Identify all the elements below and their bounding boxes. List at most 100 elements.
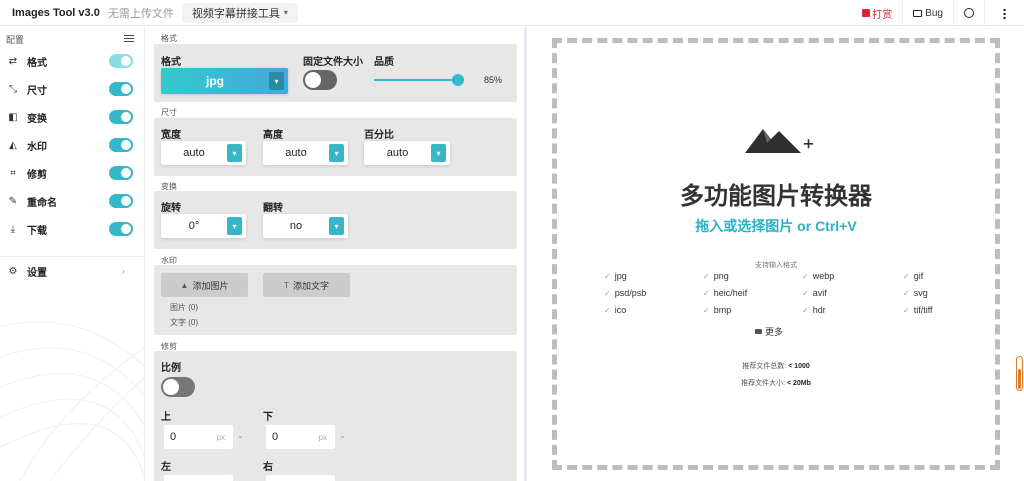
sidebar-item-download[interactable]: ⤓ 下载 bbox=[0, 215, 144, 243]
chevron-down-icon: ▾ bbox=[431, 144, 446, 162]
check-icon: ✓ bbox=[703, 272, 710, 281]
check-icon: ✓ bbox=[903, 272, 910, 281]
rec-size-label: 推荐文件大小: bbox=[741, 380, 786, 387]
chevron-down-icon: ▾ bbox=[329, 217, 344, 235]
globe-icon bbox=[964, 8, 974, 18]
download-toggle[interactable] bbox=[109, 222, 133, 236]
format-item: ✓ webp bbox=[802, 271, 834, 281]
language-button[interactable] bbox=[953, 0, 984, 26]
crop-top-value: 0 bbox=[170, 431, 177, 443]
format-name: jpg bbox=[614, 271, 627, 281]
image-count: 图片 (0) bbox=[170, 303, 198, 312]
tool-select[interactable]: 视频字幕拼接工具 ▾ bbox=[181, 2, 298, 23]
size-toggle[interactable] bbox=[109, 82, 133, 96]
format-value: jpg bbox=[206, 74, 224, 88]
check-icon: ✓ bbox=[903, 306, 910, 315]
fixed-size-switch[interactable] bbox=[303, 70, 337, 90]
sidebar-item-label: 修剪 bbox=[27, 169, 47, 181]
bug-button[interactable]: Bug bbox=[902, 0, 953, 26]
tool-select-value: 视频字幕拼接工具 bbox=[191, 7, 280, 20]
height-value: auto bbox=[285, 147, 307, 159]
format-name: svg bbox=[913, 288, 928, 298]
sidebar-item-format[interactable]: ⇄ 格式 bbox=[0, 47, 144, 75]
toggle-knob bbox=[121, 168, 131, 178]
add-image-button[interactable]: ▲ 添加图片 bbox=[161, 273, 248, 297]
left-label: 左 bbox=[161, 462, 171, 473]
watermark-toggle[interactable] bbox=[109, 138, 133, 152]
menu-icon[interactable] bbox=[124, 35, 134, 42]
percent-select[interactable]: auto ▾ bbox=[364, 141, 450, 165]
crop-bottom-value: 0 bbox=[272, 431, 279, 443]
rotate-label: 旋转 bbox=[161, 203, 181, 214]
sidebar-item-label: 水印 bbox=[27, 141, 47, 153]
ratio-switch[interactable] bbox=[161, 377, 195, 397]
format-item: ✓ hdr bbox=[802, 305, 826, 315]
flip-label: 翻转 bbox=[263, 203, 283, 214]
format-select[interactable]: jpg ▾ bbox=[161, 68, 288, 94]
rec-count-label: 推荐文件总数: bbox=[742, 363, 787, 370]
crop-left-input[interactable] bbox=[164, 475, 233, 481]
height-select[interactable]: auto ▾ bbox=[263, 141, 348, 165]
format-name: psd/psb bbox=[614, 288, 647, 298]
drop-zone-subtitle: 拖入或选择图片 or Ctrl+V bbox=[695, 218, 857, 234]
add-image-label: 添加图片 bbox=[192, 280, 229, 291]
donate-button[interactable]: 打赏 bbox=[852, 0, 902, 26]
sidebar-item-watermark[interactable]: ◭ 水印 bbox=[0, 131, 144, 159]
sidebar-item-crop[interactable]: ⌗ 修剪 bbox=[0, 159, 144, 187]
rename-toggle[interactable] bbox=[109, 194, 133, 208]
chevron-down-icon[interactable]: ⌄ bbox=[237, 431, 244, 440]
crop-right-input[interactable] bbox=[266, 475, 335, 481]
sidebar-item-label: 重命名 bbox=[27, 197, 57, 209]
rec-size-value: < 20Mb bbox=[786, 380, 811, 387]
chevron-down-icon: ▾ bbox=[329, 144, 344, 162]
check-icon: ✓ bbox=[604, 272, 611, 281]
width-label: 宽度 bbox=[161, 130, 181, 141]
format-toggle[interactable] bbox=[109, 54, 133, 68]
format-item: ✓ bmp bbox=[703, 305, 731, 315]
chevron-down-icon: ▾ bbox=[227, 217, 242, 235]
page-scroll-indicator[interactable] bbox=[1016, 356, 1023, 391]
toggle-knob bbox=[121, 196, 131, 206]
format-label: 格式 bbox=[161, 57, 181, 68]
quality-slider-track[interactable] bbox=[374, 79, 462, 81]
toggle-knob bbox=[121, 140, 131, 150]
width-select[interactable]: auto ▾ bbox=[161, 141, 246, 165]
chevron-down-icon: ▾ bbox=[283, 8, 288, 17]
flip-select[interactable]: no ▾ bbox=[263, 214, 348, 238]
sidebar: 配置 ⇄ 格式 ⤡ 尺寸 ◧ 变换 ◭ 水印 ⌗ 修剪 ✎ 重命名 ⤓ 下载 ⚙… bbox=[0, 27, 145, 481]
rotate-select[interactable]: 0° ▾ bbox=[161, 214, 246, 238]
transform-icon: ◧ bbox=[8, 111, 18, 123]
sidebar-header: 配置 bbox=[6, 33, 136, 47]
drop-zone[interactable]: 多功能图片转换器 拖入或选择图片 or Ctrl+V 支持输入格式 ✓ jpg ✓… bbox=[552, 38, 1000, 470]
crop-icon: ⌗ bbox=[10, 167, 16, 179]
gear-icon: ⚙ bbox=[8, 265, 18, 277]
sidebar-item-settings[interactable]: ⚙ 设置 › bbox=[0, 261, 144, 281]
transform-toggle[interactable] bbox=[109, 110, 133, 124]
format-panel: 格式 jpg ▾ 固定文件大小 品质 85% bbox=[154, 44, 517, 102]
width-value: auto bbox=[183, 147, 205, 159]
sidebar-item-size[interactable]: ⤡ 尺寸 bbox=[0, 75, 144, 103]
sidebar-item-rename[interactable]: ✎ 重命名 bbox=[0, 187, 144, 215]
panel-scrollbar[interactable] bbox=[524, 27, 527, 481]
crop-toggle[interactable] bbox=[109, 166, 133, 180]
format-name: hdr bbox=[812, 305, 826, 315]
watermark-icon: ◭ bbox=[9, 139, 17, 151]
add-text-button[interactable]: T 添加文字 bbox=[263, 273, 350, 297]
quality-slider-thumb[interactable] bbox=[452, 74, 464, 86]
check-icon: ✓ bbox=[604, 289, 611, 298]
percent-label: 百分比 bbox=[364, 130, 394, 141]
add-text-label: 添加文字 bbox=[292, 280, 329, 291]
more-icon bbox=[755, 329, 762, 334]
more-formats-button[interactable]: 更多 bbox=[755, 325, 783, 338]
donate-icon bbox=[862, 9, 871, 17]
check-icon: ✓ bbox=[604, 306, 611, 315]
crop-top-input[interactable]: 0 px bbox=[164, 425, 233, 449]
format-item: ✓ tif/tiff bbox=[903, 305, 933, 315]
chevron-down-icon[interactable]: ⌄ bbox=[339, 431, 346, 440]
more-menu-button[interactable] bbox=[984, 0, 1024, 26]
settings-label: 设置 bbox=[27, 267, 47, 279]
crop-bottom-input[interactable]: 0 px bbox=[266, 425, 335, 449]
sidebar-divider bbox=[0, 256, 144, 257]
sidebar-item-transform[interactable]: ◧ 变换 bbox=[0, 103, 144, 131]
format-item: ✓ psd/psb bbox=[604, 288, 646, 298]
